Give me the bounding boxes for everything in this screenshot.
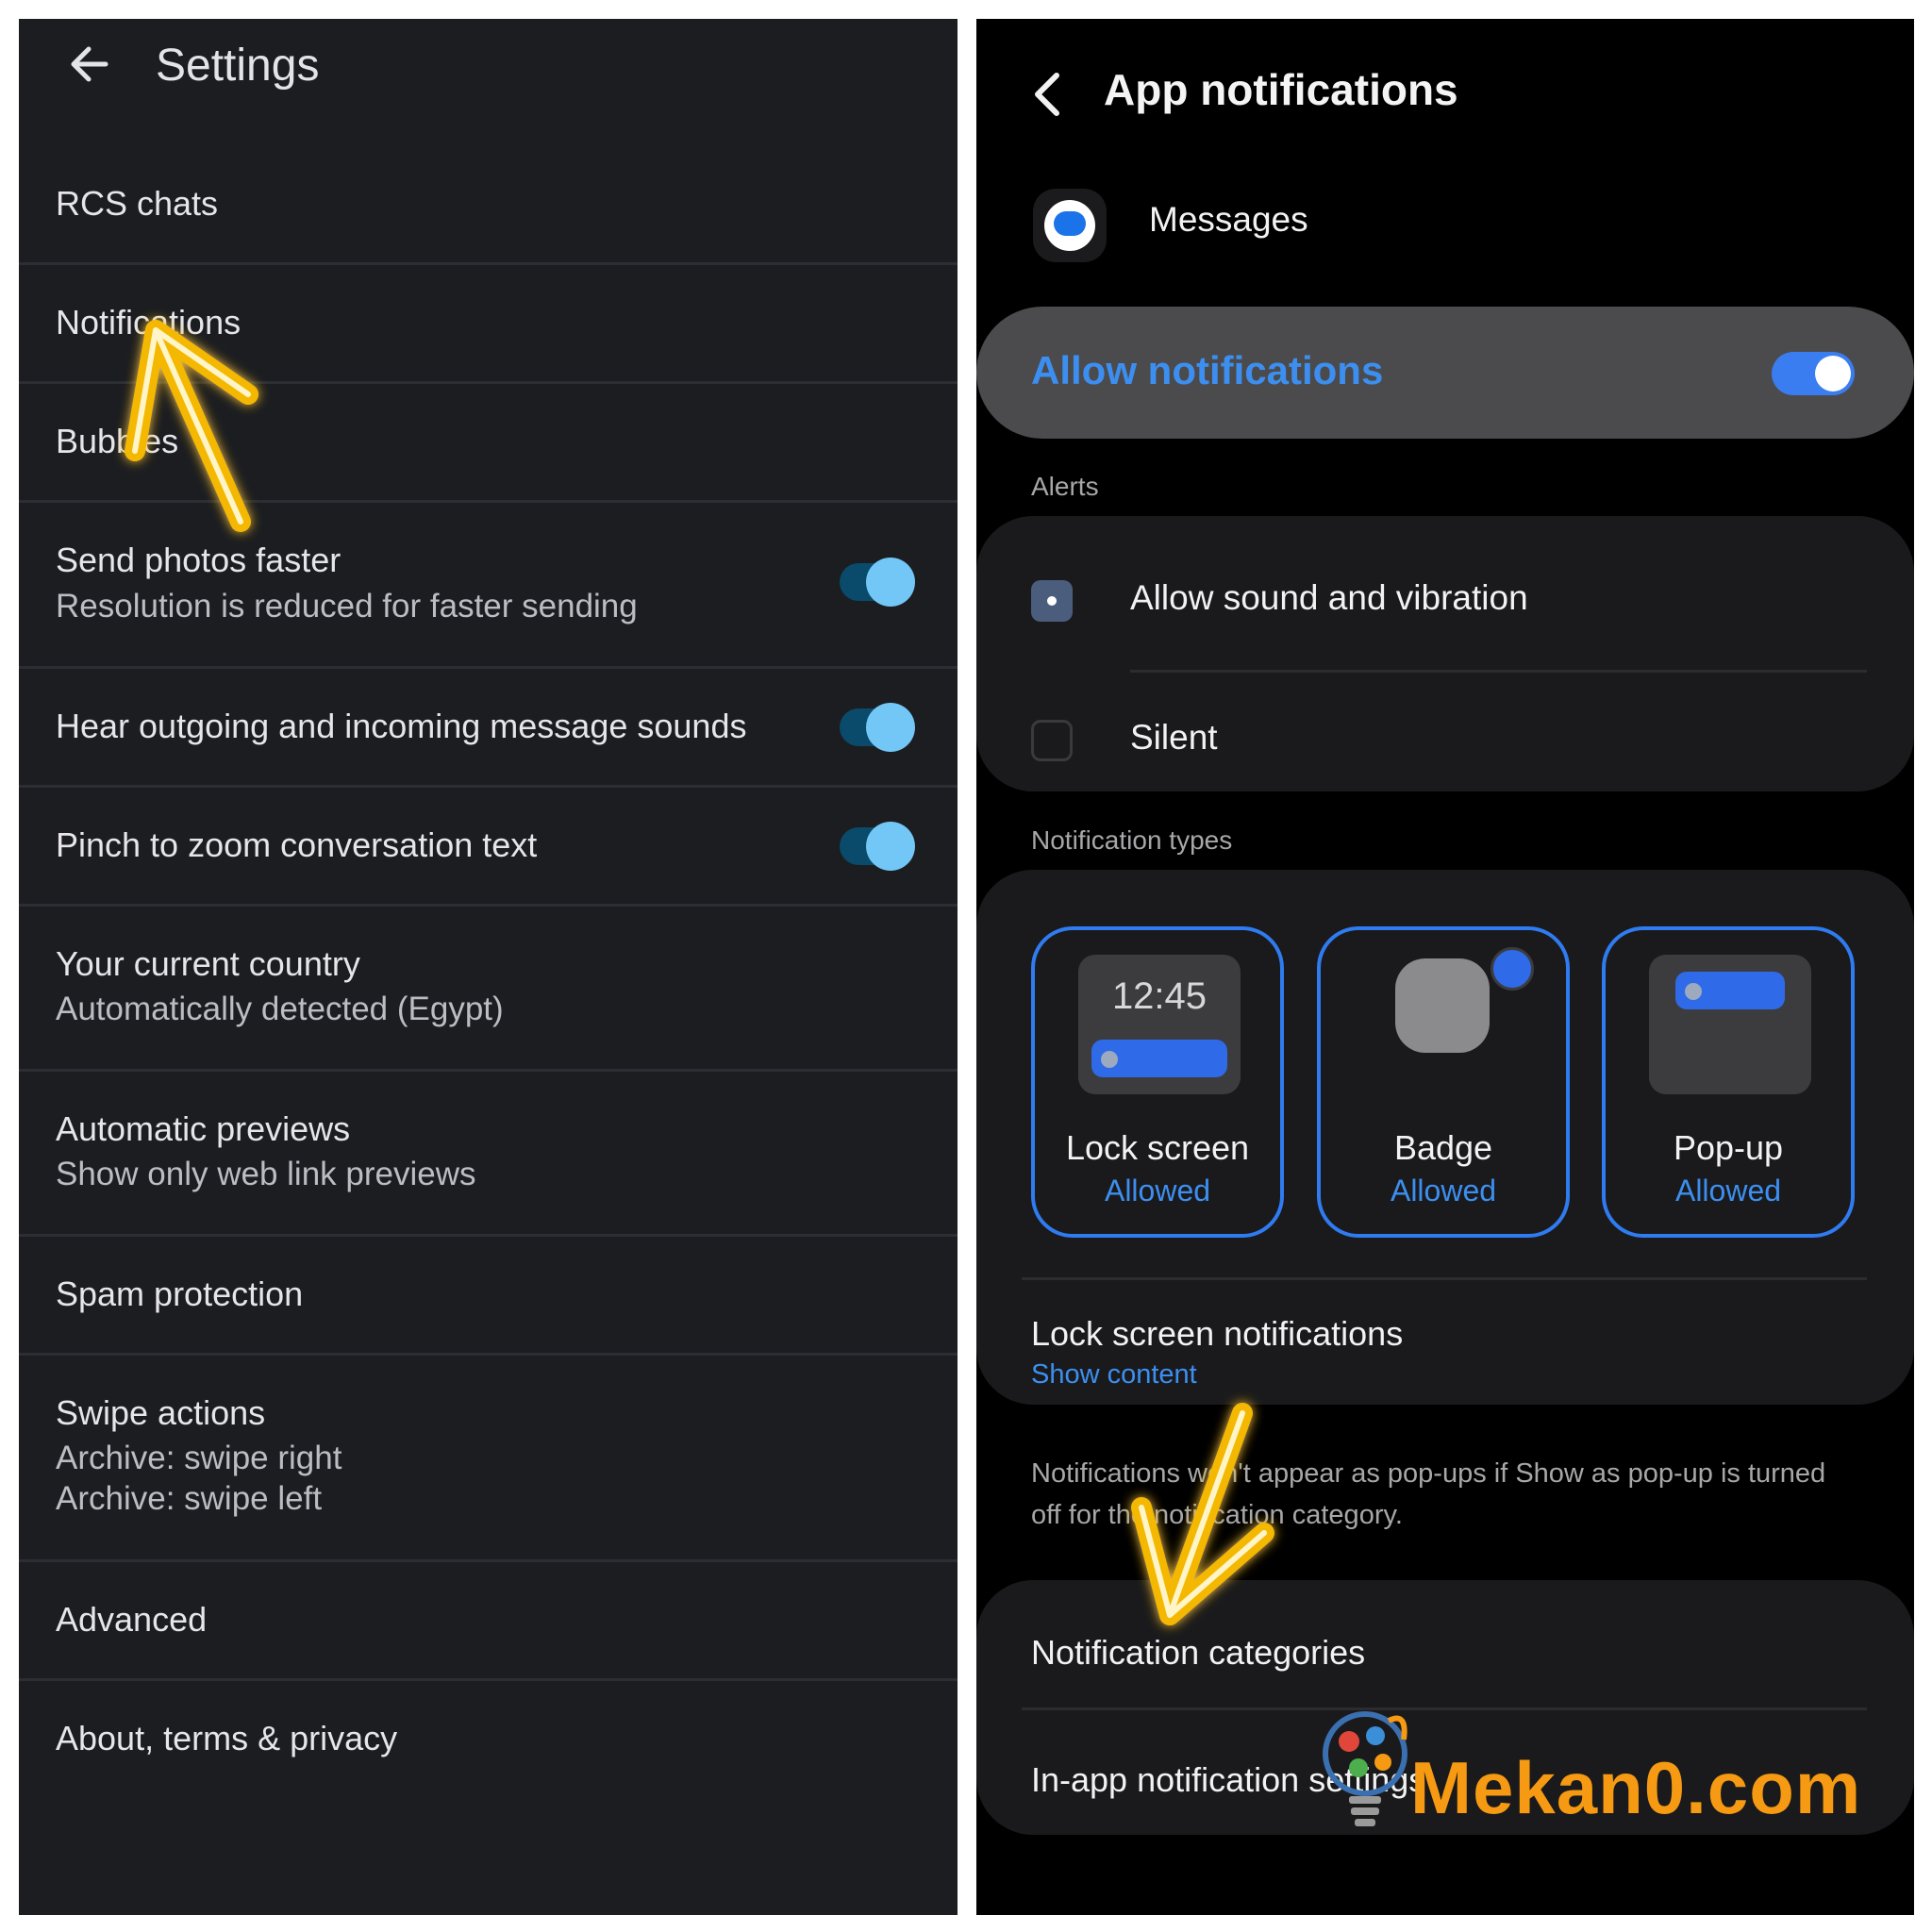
settings-item-message-sounds[interactable]: Hear outgoing and incoming message sound…: [19, 669, 958, 788]
toggle-knob: [866, 703, 915, 752]
item-title: Bubbles: [56, 422, 179, 460]
item-subtitle: Automatically detected (Egypt): [56, 991, 504, 1027]
settings-item-advanced[interactable]: Advanced: [19, 1562, 958, 1681]
badge-dot: [1491, 947, 1534, 991]
item-title: Pinch to zoom conversation text: [56, 825, 538, 864]
type-badge[interactable]: Badge Allowed: [1317, 926, 1570, 1238]
item-title: Your current country: [56, 944, 360, 983]
divider: [1022, 1707, 1867, 1710]
preview-clock: 12:45: [1111, 975, 1208, 1017]
alerts-card: Allow sound and vibration Silent: [976, 516, 1914, 791]
type-status: Allowed: [1104, 1174, 1211, 1208]
item-title: Notifications: [56, 303, 242, 341]
settings-item-spam-protection[interactable]: Spam protection: [19, 1237, 958, 1356]
silent-radio[interactable]: [1031, 720, 1073, 761]
app-name: Messages: [1149, 200, 1308, 239]
lightbulb-gears-icon: [1323, 1711, 1407, 1826]
page-title: Settings: [156, 41, 320, 91]
notification-types-header: Notification types: [1031, 825, 1233, 855]
preview-popup-bar: [1675, 972, 1785, 1009]
popup-preview: [1649, 955, 1811, 1094]
settings-item-swipe-actions[interactable]: Swipe actions Archive: swipe right Archi…: [19, 1356, 958, 1562]
toggle-knob: [866, 822, 915, 871]
allow-notifications-row[interactable]: Allow notifications: [976, 307, 1914, 439]
type-label: Lock screen: [1065, 1128, 1250, 1167]
alert-option-label[interactable]: Silent: [1130, 718, 1218, 758]
allow-notifications-label: Allow notifications: [1031, 348, 1384, 392]
settings-panel: Settings RCS chats Notifications Bubbles…: [19, 19, 958, 1915]
settings-item-notifications[interactable]: Notifications: [19, 265, 958, 384]
item-title: Spam protection: [56, 1274, 304, 1313]
lock-screen-notifications-value: Show content: [1031, 1359, 1197, 1390]
settings-item-bubbles[interactable]: Bubbles: [19, 384, 958, 503]
lock-screen-preview: 12:45: [1078, 955, 1241, 1094]
badge-app-icon: [1395, 958, 1490, 1053]
item-title: Hear outgoing and incoming message sound…: [56, 707, 747, 745]
alerts-header: Alerts: [1031, 472, 1099, 501]
type-status: Allowed: [1674, 1174, 1782, 1208]
page-title: App notifications: [1104, 65, 1458, 114]
preview-notification-bar: [1091, 1040, 1227, 1077]
pinch-to-zoom-toggle[interactable]: [840, 822, 915, 871]
settings-item-about[interactable]: About, terms & privacy: [19, 1681, 958, 1800]
item-subtitle: Show only web link previews: [56, 1156, 476, 1192]
divider: [1130, 670, 1867, 673]
item-title: Send photos faster: [56, 541, 341, 579]
back-arrow-icon[interactable]: [62, 36, 119, 92]
item-title: Advanced: [56, 1600, 208, 1639]
messages-app-icon: [1033, 189, 1107, 262]
item-title: RCS chats: [56, 184, 219, 223]
settings-header: Settings: [19, 19, 958, 123]
notification-categories-item[interactable]: Notification categories: [1031, 1633, 1365, 1673]
item-title: Swipe actions: [56, 1393, 266, 1432]
type-label: Pop-up: [1673, 1128, 1784, 1167]
item-subtitle: Resolution is reduced for faster sending: [56, 588, 638, 625]
watermark: Mekan0.com: [1410, 1746, 1862, 1829]
notification-types-card: 12:45 Lock screen Allowed Badge Allowed …: [976, 870, 1914, 1405]
allow-notifications-switch[interactable]: [1772, 352, 1855, 395]
switch-knob: [1815, 356, 1851, 391]
alert-option-label[interactable]: Allow sound and vibration: [1130, 578, 1528, 618]
settings-item-automatic-previews[interactable]: Automatic previews Show only web link pr…: [19, 1072, 958, 1237]
toggle-knob: [866, 558, 915, 607]
item-subtitle-2: Archive: swipe left: [56, 1480, 323, 1517]
type-lock-screen[interactable]: 12:45 Lock screen Allowed: [1031, 926, 1284, 1238]
divider: [1022, 1277, 1867, 1280]
settings-item-pinch-to-zoom[interactable]: Pinch to zoom conversation text: [19, 788, 958, 907]
item-subtitle: Archive: swipe right: [56, 1440, 342, 1476]
item-title: About, terms & privacy: [56, 1719, 398, 1757]
sound-vibration-radio[interactable]: [1031, 580, 1073, 622]
type-status: Allowed: [1390, 1174, 1497, 1208]
settings-item-current-country[interactable]: Your current country Automatically detec…: [19, 907, 958, 1072]
message-sounds-toggle[interactable]: [840, 703, 915, 752]
send-photos-toggle[interactable]: [840, 558, 915, 607]
settings-item-rcs-chats[interactable]: RCS chats: [19, 146, 958, 265]
popup-note: Notifications won't appear as pop-ups if…: [1031, 1458, 1826, 1530]
type-popup[interactable]: Pop-up Allowed: [1602, 926, 1855, 1238]
lock-screen-notifications-label[interactable]: Lock screen notifications: [1031, 1314, 1403, 1354]
type-label: Badge: [1393, 1128, 1493, 1167]
app-notifications-panel: App notifications Messages Allow notific…: [976, 19, 1914, 1915]
item-title: Automatic previews: [56, 1109, 351, 1148]
settings-item-send-photos-faster[interactable]: Send photos faster Resolution is reduced…: [19, 503, 958, 669]
back-chevron-icon[interactable]: [1028, 68, 1066, 121]
